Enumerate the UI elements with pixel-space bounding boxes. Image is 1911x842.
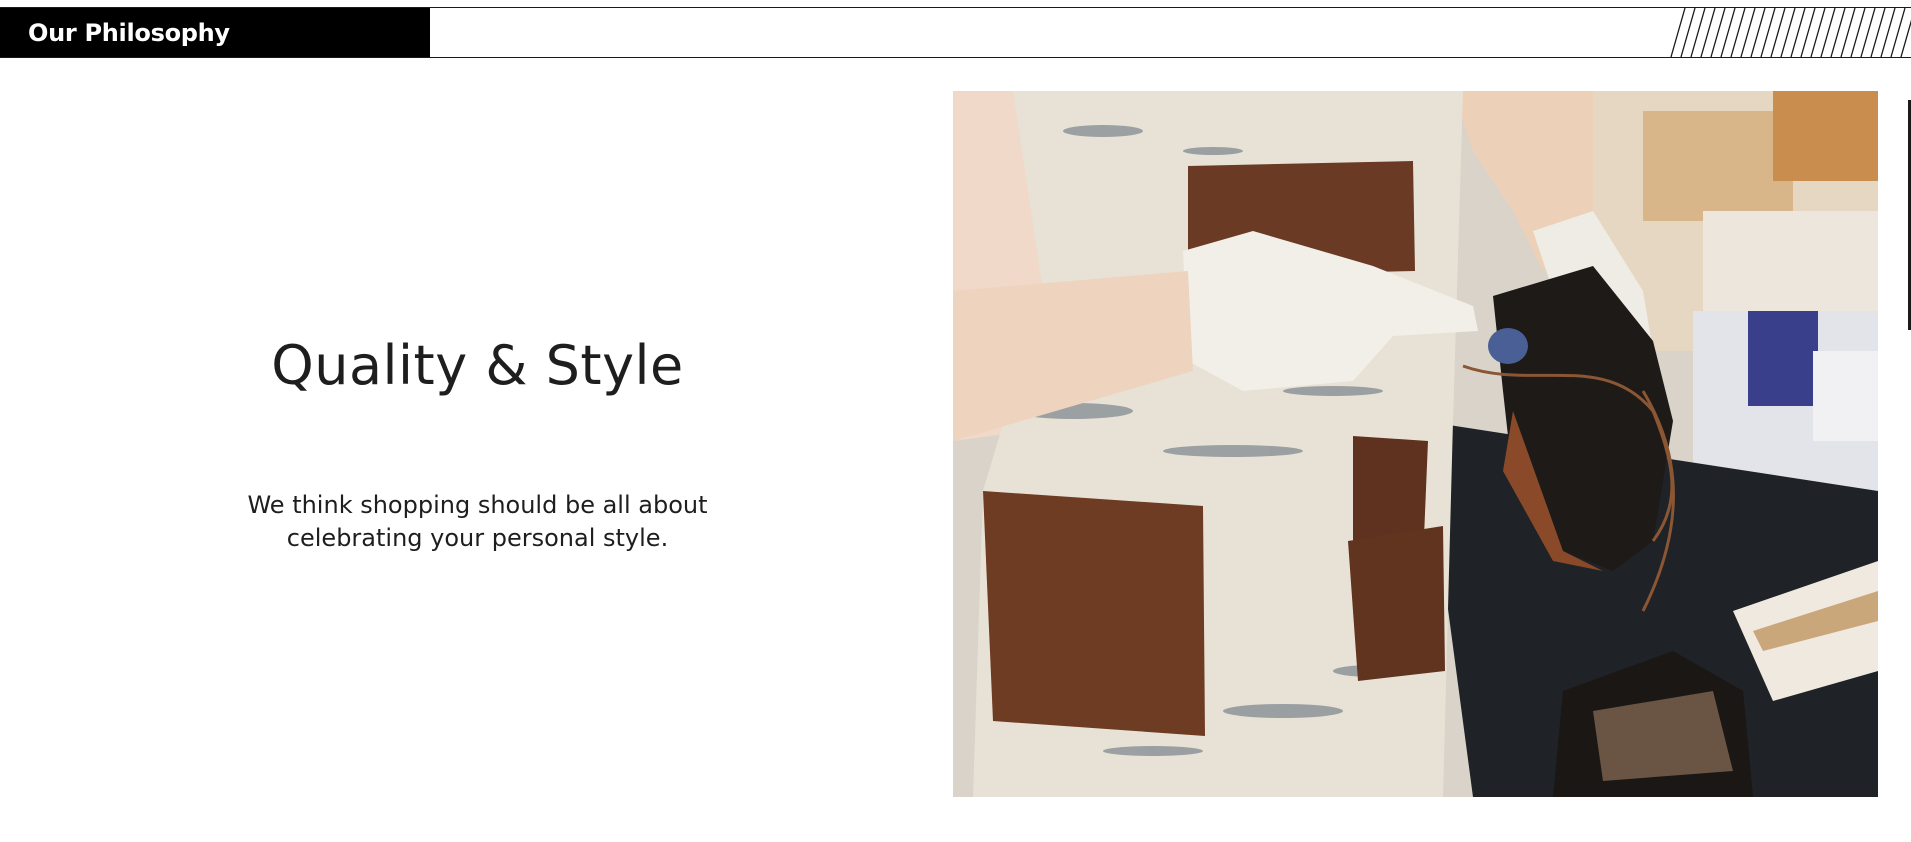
hero-headline: Quality & Style: [271, 333, 684, 397]
section-title: Our Philosophy: [0, 8, 430, 57]
hero-body-text: We think shopping should be all about ce…: [247, 490, 708, 552]
diagonal-stripes-decoration: [1661, 8, 1911, 57]
section-header-bar: Our Philosophy: [0, 7, 1911, 58]
hero-text-column: Quality & Style We think shopping should…: [0, 90, 955, 798]
craftsman-shoe-photo: [953, 91, 1878, 797]
